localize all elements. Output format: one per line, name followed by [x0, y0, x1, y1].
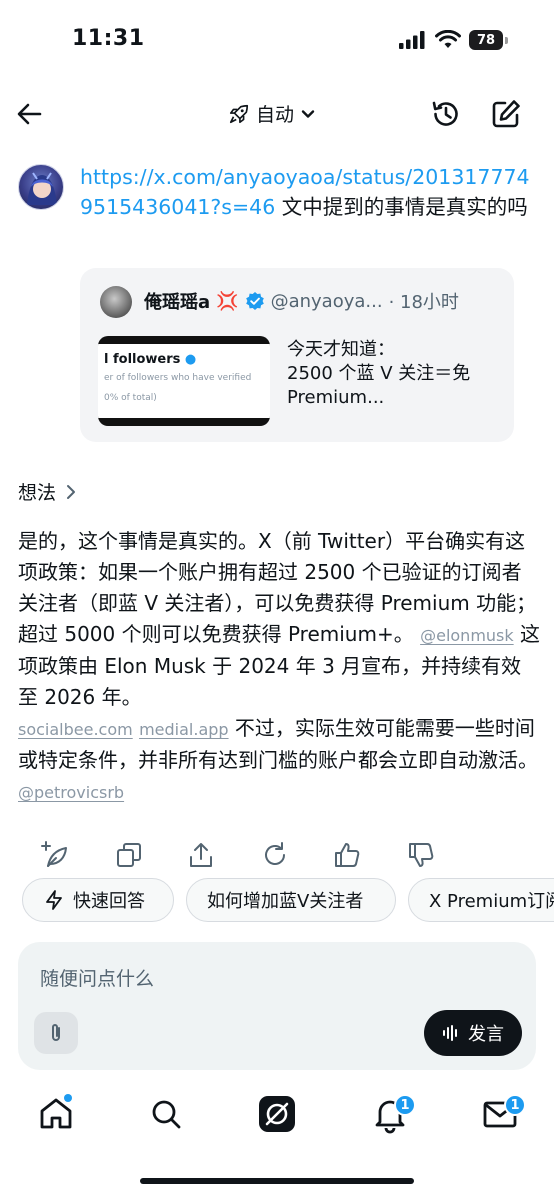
ask-input-box[interactable]: 随便问点什么 发言 [18, 942, 536, 1070]
thumbnail-footnote: 0% of total) [104, 393, 157, 403]
speak-label: 发言 [468, 1024, 504, 1045]
mode-label: 自动 [256, 104, 295, 126]
citation-petrovicsrb[interactable]: @petrovicsrb [18, 783, 124, 802]
ask-input-placeholder: 随便问点什么 [40, 968, 155, 990]
back-arrow-icon[interactable] [14, 98, 46, 130]
search-icon[interactable] [146, 1094, 186, 1134]
quoted-post-thumbnail: l followers ● er of followers who have v… [98, 336, 270, 426]
chip-quick-answer-label: 快速回答 [73, 891, 145, 912]
status-bar: 11:31 78 [0, 0, 554, 80]
citation-socialbee[interactable]: socialbee.com [18, 720, 133, 739]
notifications-badge: 1 [394, 1094, 416, 1116]
home-unread-dot [64, 1094, 72, 1102]
quoted-post-text: 今天才知道： 2500 个蓝 V 关注＝免 Premium... [287, 338, 507, 410]
share-icon[interactable] [186, 840, 216, 870]
chip-increase-followers[interactable]: 如何增加蓝V关注者 [186, 878, 396, 922]
status-icons: 78 [399, 30, 508, 50]
thumbs-up-icon[interactable] [332, 840, 362, 870]
wifi-icon [435, 30, 461, 48]
thoughts-toggle[interactable]: 想法 [18, 478, 78, 505]
messages-badge: 1 [504, 1094, 526, 1116]
grok-icon[interactable] [257, 1094, 297, 1134]
lightning-icon [46, 890, 62, 910]
quoted-post-time: · 18小时 [388, 292, 459, 313]
suggestion-chips: 快速回答 如何增加蓝V关注者 X Premium订阅 [22, 878, 554, 924]
chip-quick-answer[interactable]: 快速回答 [22, 878, 174, 922]
history-icon[interactable] [430, 98, 462, 130]
quoted-author-name: 俺瑶瑶a [144, 292, 211, 313]
anger-emoji-icon: 💢 [216, 290, 239, 312]
thumbnail-title: l followers [104, 352, 181, 367]
paperclip-icon [52, 1024, 60, 1041]
copy-icon[interactable] [114, 840, 144, 870]
rocket-icon [229, 104, 249, 123]
quoted-text-line-3: Premium... [287, 387, 385, 408]
quoted-author-handle: @anyaoya... [270, 290, 383, 312]
user-question: 文中提到的事情是真实的吗 [275, 195, 528, 219]
top-nav: 自动 [0, 90, 554, 140]
home-indicator [140, 1178, 414, 1184]
grok-answer: 是的，这个事情是真实的。X（前 Twitter）平台确实有这项政策：如果一个账户… [18, 526, 540, 808]
status-time: 11:31 [72, 26, 145, 51]
speak-button[interactable]: 发言 [424, 1010, 522, 1056]
chevron-right-icon [67, 484, 76, 499]
citation-medial[interactable]: medial.app [139, 720, 228, 739]
attach-button[interactable] [34, 1012, 78, 1054]
compose-icon[interactable] [490, 98, 522, 130]
battery-level: 78 [469, 30, 503, 50]
thumbnail-subtitle: er of followers who have verified [104, 373, 252, 383]
quoted-author-avatar [100, 286, 132, 318]
chip-increase-followers-label: 如何增加蓝V关注者 [207, 891, 364, 912]
mode-selector[interactable]: 自动 [228, 100, 316, 127]
chevron-down-icon [301, 109, 315, 118]
chip-x-premium[interactable]: X Premium订阅 [408, 878, 554, 922]
user-avatar[interactable] [18, 164, 64, 210]
thumbs-down-icon[interactable] [406, 840, 436, 870]
user-message-text: https://x.com/anyaoyaoa/status/201317774… [80, 162, 540, 222]
regenerate-icon[interactable] [260, 840, 290, 870]
quoted-text-line-1: 今天才知道： [287, 339, 395, 360]
bottom-tab-bar: 1 1 [0, 1090, 554, 1146]
signal-icon [399, 31, 425, 49]
sparkle-leaf-icon[interactable] [40, 840, 70, 870]
battery-icon: 78 [469, 30, 508, 50]
thoughts-label: 想法 [18, 482, 57, 504]
voice-wave-icon [443, 1025, 457, 1041]
citation-elonmusk[interactable]: @elonmusk [420, 626, 514, 645]
response-actions [36, 840, 456, 872]
verified-badge-icon [245, 292, 264, 310]
quoted-post-header: 俺瑶瑶a 💢 @anyaoya... · 18小时 [144, 288, 459, 314]
quoted-post-card[interactable]: 俺瑶瑶a 💢 @anyaoya... · 18小时 l followers ● … [80, 268, 514, 442]
chip-x-premium-label: X Premium订阅 [429, 891, 554, 912]
quoted-text-line-2: 2500 个蓝 V 关注＝免 [287, 363, 471, 384]
